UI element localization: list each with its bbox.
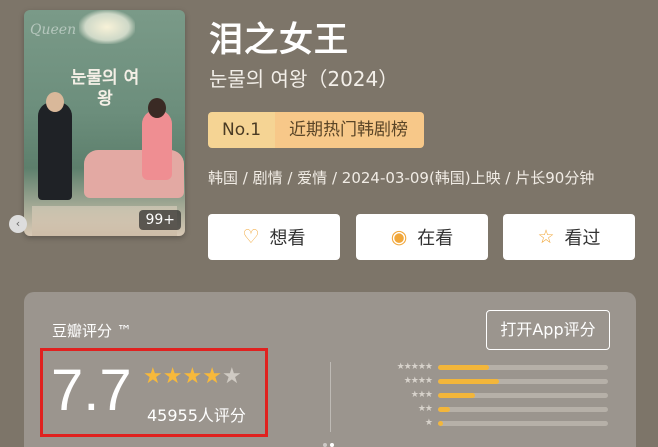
star-icon: ★ [162,364,183,389]
distribution-bar [438,378,500,384]
four-star-icon: ★★★★ [403,376,433,386]
watched-label: 看过 [564,228,601,249]
star-empty-icon: ★ [221,364,242,389]
rating-count: 45955人评分 [147,406,246,425]
rating-stars: ★★★★★ [143,364,242,389]
want-to-watch-button[interactable]: ♡ 想看 [208,214,340,260]
page-dot [323,443,327,447]
distribution-bar [438,364,489,370]
distribution-row-2: ★★ [374,404,608,414]
actress-head [148,98,166,118]
photo-count-badge[interactable]: 99+ [139,210,181,230]
distribution-bar [438,406,450,412]
page-dot-active [330,443,334,447]
star-icon: ★ [182,364,203,389]
ranking-badge[interactable]: No.1 近期热门韩剧榜 [208,112,425,148]
distribution-row-4: ★★★★ [374,376,608,386]
poster-watermark: Queen [30,22,77,38]
star-icon: ★ [202,364,222,389]
page-title: 泪之女王 [209,20,349,60]
two-star-icon: ★★ [417,404,433,414]
open-app-rate-button[interactable]: 打开App评分 [486,310,610,350]
chandelier-graphic [79,10,135,44]
ranking-number: No.1 [208,112,276,148]
poster-title: 눈물의 여왕 [70,68,140,109]
star-icon: ★ [143,364,163,389]
divider [330,362,331,432]
movie-meta: 韩国 / 剧情 / 爱情 / 2024-03-09(韩国)上映 / 片长90分钟 [208,169,595,187]
one-star-icon: ★ [424,418,433,428]
distribution-row-1: ★ [374,418,608,428]
actor-head [46,92,64,112]
target-icon: ◉ [390,226,408,248]
rating-source: 豆瓣评分 ™ [52,322,132,340]
watched-button[interactable]: ☆ 看过 [503,214,635,260]
distribution-bar [438,392,476,398]
heart-plus-icon: ♡ [242,226,260,248]
star-outline-icon: ☆ [537,226,555,248]
watching-button[interactable]: ◉ 在看 [356,214,488,260]
watching-label: 在看 [417,228,454,249]
three-star-icon: ★★★ [410,390,433,400]
actor-figure [38,102,72,200]
original-title: 눈물의 여왕（2024） [209,67,399,91]
poster[interactable]: Queen 눈물의 여왕 99+ [24,10,185,236]
distribution-row-5: ★★★★★ [374,362,608,372]
actress-figure [142,110,172,180]
rating-score: 7.7 [51,358,132,423]
page-indicator [323,432,337,447]
distribution-row-3: ★★★ [374,390,608,400]
ranking-label: 近期热门韩剧榜 [275,112,425,148]
carousel-prev-icon[interactable]: ‹ [9,215,27,233]
five-star-icon: ★★★★★ [396,362,433,372]
distribution-bar [438,420,444,426]
want-to-watch-label: 想看 [269,228,306,249]
